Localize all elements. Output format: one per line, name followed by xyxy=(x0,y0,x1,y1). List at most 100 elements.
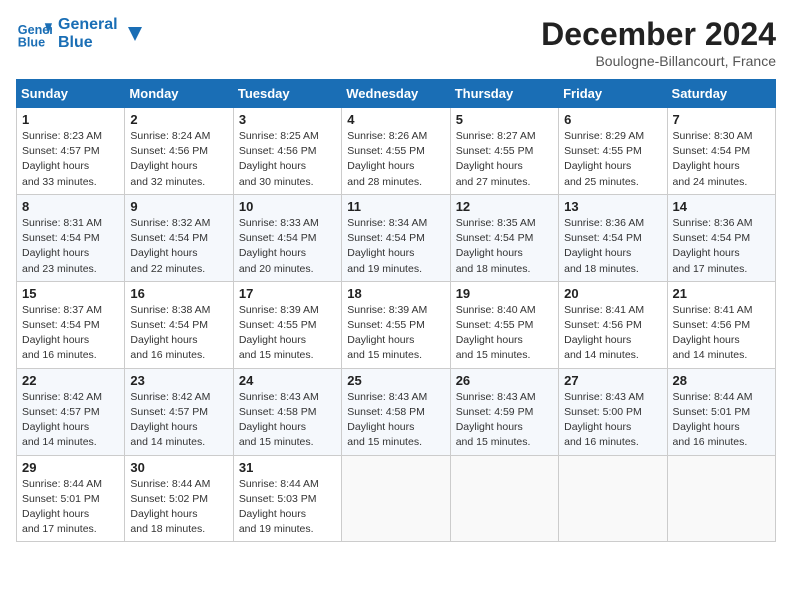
calendar-cell: 11 Sunrise: 8:34 AM Sunset: 4:54 PM Dayl… xyxy=(342,194,450,281)
calendar-cell: 5 Sunrise: 8:27 AM Sunset: 4:55 PM Dayli… xyxy=(450,108,558,195)
day-number: 2 xyxy=(130,112,227,127)
location: Boulogne-Billancourt, France xyxy=(541,53,776,69)
day-number: 19 xyxy=(456,286,553,301)
day-number: 8 xyxy=(22,199,119,214)
calendar-cell: 2 Sunrise: 8:24 AM Sunset: 4:56 PM Dayli… xyxy=(125,108,233,195)
day-info: Sunrise: 8:40 AM Sunset: 4:55 PM Dayligh… xyxy=(456,303,553,364)
day-info: Sunrise: 8:33 AM Sunset: 4:54 PM Dayligh… xyxy=(239,216,336,277)
calendar-week-row: 22 Sunrise: 8:42 AM Sunset: 4:57 PM Dayl… xyxy=(17,368,776,455)
day-info: Sunrise: 8:44 AM Sunset: 5:01 PM Dayligh… xyxy=(673,390,770,451)
day-number: 30 xyxy=(130,460,227,475)
logo-line2: Blue xyxy=(58,34,118,52)
day-info: Sunrise: 8:35 AM Sunset: 4:54 PM Dayligh… xyxy=(456,216,553,277)
day-info: Sunrise: 8:34 AM Sunset: 4:54 PM Dayligh… xyxy=(347,216,444,277)
header-thursday: Thursday xyxy=(450,80,558,108)
day-info: Sunrise: 8:41 AM Sunset: 4:56 PM Dayligh… xyxy=(564,303,661,364)
day-number: 7 xyxy=(673,112,770,127)
day-info: Sunrise: 8:42 AM Sunset: 4:57 PM Dayligh… xyxy=(130,390,227,451)
day-info: Sunrise: 8:42 AM Sunset: 4:57 PM Dayligh… xyxy=(22,390,119,451)
calendar-cell: 24 Sunrise: 8:43 AM Sunset: 4:58 PM Dayl… xyxy=(233,368,341,455)
calendar-cell: 12 Sunrise: 8:35 AM Sunset: 4:54 PM Dayl… xyxy=(450,194,558,281)
day-info: Sunrise: 8:25 AM Sunset: 4:56 PM Dayligh… xyxy=(239,129,336,190)
day-info: Sunrise: 8:44 AM Sunset: 5:03 PM Dayligh… xyxy=(239,477,336,538)
calendar-cell: 27 Sunrise: 8:43 AM Sunset: 5:00 PM Dayl… xyxy=(559,368,667,455)
day-info: Sunrise: 8:39 AM Sunset: 4:55 PM Dayligh… xyxy=(347,303,444,364)
day-info: Sunrise: 8:44 AM Sunset: 5:01 PM Dayligh… xyxy=(22,477,119,538)
logo-chevron-icon xyxy=(124,23,146,45)
day-number: 11 xyxy=(347,199,444,214)
calendar-cell: 6 Sunrise: 8:29 AM Sunset: 4:55 PM Dayli… xyxy=(559,108,667,195)
header-friday: Friday xyxy=(559,80,667,108)
title-block: December 2024 Boulogne-Billancourt, Fran… xyxy=(541,16,776,69)
logo: General Blue General Blue xyxy=(16,16,146,52)
day-number: 22 xyxy=(22,373,119,388)
day-info: Sunrise: 8:24 AM Sunset: 4:56 PM Dayligh… xyxy=(130,129,227,190)
day-info: Sunrise: 8:41 AM Sunset: 4:56 PM Dayligh… xyxy=(673,303,770,364)
svg-text:Blue: Blue xyxy=(18,36,45,50)
logo-line1: General xyxy=(58,16,118,34)
day-info: Sunrise: 8:29 AM Sunset: 4:55 PM Dayligh… xyxy=(564,129,661,190)
calendar-header-row: SundayMondayTuesdayWednesdayThursdayFrid… xyxy=(17,80,776,108)
calendar-cell: 25 Sunrise: 8:43 AM Sunset: 4:58 PM Dayl… xyxy=(342,368,450,455)
day-info: Sunrise: 8:39 AM Sunset: 4:55 PM Dayligh… xyxy=(239,303,336,364)
header-monday: Monday xyxy=(125,80,233,108)
calendar-cell: 16 Sunrise: 8:38 AM Sunset: 4:54 PM Dayl… xyxy=(125,281,233,368)
calendar-cell: 29 Sunrise: 8:44 AM Sunset: 5:01 PM Dayl… xyxy=(17,455,125,542)
day-number: 3 xyxy=(239,112,336,127)
day-number: 20 xyxy=(564,286,661,301)
day-number: 21 xyxy=(673,286,770,301)
day-number: 12 xyxy=(456,199,553,214)
calendar-week-row: 1 Sunrise: 8:23 AM Sunset: 4:57 PM Dayli… xyxy=(17,108,776,195)
day-number: 29 xyxy=(22,460,119,475)
day-info: Sunrise: 8:32 AM Sunset: 4:54 PM Dayligh… xyxy=(130,216,227,277)
calendar-week-row: 15 Sunrise: 8:37 AM Sunset: 4:54 PM Dayl… xyxy=(17,281,776,368)
calendar-cell xyxy=(342,455,450,542)
day-number: 13 xyxy=(564,199,661,214)
month-title: December 2024 xyxy=(541,16,776,53)
calendar-cell: 22 Sunrise: 8:42 AM Sunset: 4:57 PM Dayl… xyxy=(17,368,125,455)
day-info: Sunrise: 8:43 AM Sunset: 5:00 PM Dayligh… xyxy=(564,390,661,451)
day-number: 10 xyxy=(239,199,336,214)
day-info: Sunrise: 8:43 AM Sunset: 4:58 PM Dayligh… xyxy=(347,390,444,451)
day-info: Sunrise: 8:27 AM Sunset: 4:55 PM Dayligh… xyxy=(456,129,553,190)
day-number: 18 xyxy=(347,286,444,301)
day-info: Sunrise: 8:30 AM Sunset: 4:54 PM Dayligh… xyxy=(673,129,770,190)
calendar-cell: 26 Sunrise: 8:43 AM Sunset: 4:59 PM Dayl… xyxy=(450,368,558,455)
calendar-cell: 30 Sunrise: 8:44 AM Sunset: 5:02 PM Dayl… xyxy=(125,455,233,542)
header-wednesday: Wednesday xyxy=(342,80,450,108)
calendar-table: SundayMondayTuesdayWednesdayThursdayFrid… xyxy=(16,79,776,542)
calendar-cell: 19 Sunrise: 8:40 AM Sunset: 4:55 PM Dayl… xyxy=(450,281,558,368)
day-info: Sunrise: 8:37 AM Sunset: 4:54 PM Dayligh… xyxy=(22,303,119,364)
calendar-cell: 13 Sunrise: 8:36 AM Sunset: 4:54 PM Dayl… xyxy=(559,194,667,281)
day-number: 14 xyxy=(673,199,770,214)
day-info: Sunrise: 8:23 AM Sunset: 4:57 PM Dayligh… xyxy=(22,129,119,190)
calendar-cell: 15 Sunrise: 8:37 AM Sunset: 4:54 PM Dayl… xyxy=(17,281,125,368)
day-number: 9 xyxy=(130,199,227,214)
day-info: Sunrise: 8:44 AM Sunset: 5:02 PM Dayligh… xyxy=(130,477,227,538)
day-number: 17 xyxy=(239,286,336,301)
header-sunday: Sunday xyxy=(17,80,125,108)
calendar-cell: 23 Sunrise: 8:42 AM Sunset: 4:57 PM Dayl… xyxy=(125,368,233,455)
day-number: 5 xyxy=(456,112,553,127)
calendar-cell: 4 Sunrise: 8:26 AM Sunset: 4:55 PM Dayli… xyxy=(342,108,450,195)
day-info: Sunrise: 8:38 AM Sunset: 4:54 PM Dayligh… xyxy=(130,303,227,364)
calendar-week-row: 8 Sunrise: 8:31 AM Sunset: 4:54 PM Dayli… xyxy=(17,194,776,281)
calendar-cell: 8 Sunrise: 8:31 AM Sunset: 4:54 PM Dayli… xyxy=(17,194,125,281)
day-number: 16 xyxy=(130,286,227,301)
day-info: Sunrise: 8:31 AM Sunset: 4:54 PM Dayligh… xyxy=(22,216,119,277)
day-number: 24 xyxy=(239,373,336,388)
header-tuesday: Tuesday xyxy=(233,80,341,108)
calendar-cell: 20 Sunrise: 8:41 AM Sunset: 4:56 PM Dayl… xyxy=(559,281,667,368)
day-number: 1 xyxy=(22,112,119,127)
day-number: 26 xyxy=(456,373,553,388)
day-number: 27 xyxy=(564,373,661,388)
calendar-cell xyxy=(559,455,667,542)
calendar-cell xyxy=(450,455,558,542)
calendar-cell: 7 Sunrise: 8:30 AM Sunset: 4:54 PM Dayli… xyxy=(667,108,775,195)
header-saturday: Saturday xyxy=(667,80,775,108)
day-info: Sunrise: 8:43 AM Sunset: 4:58 PM Dayligh… xyxy=(239,390,336,451)
calendar-cell: 14 Sunrise: 8:36 AM Sunset: 4:54 PM Dayl… xyxy=(667,194,775,281)
calendar-week-row: 29 Sunrise: 8:44 AM Sunset: 5:01 PM Dayl… xyxy=(17,455,776,542)
calendar-cell: 18 Sunrise: 8:39 AM Sunset: 4:55 PM Dayl… xyxy=(342,281,450,368)
day-number: 4 xyxy=(347,112,444,127)
